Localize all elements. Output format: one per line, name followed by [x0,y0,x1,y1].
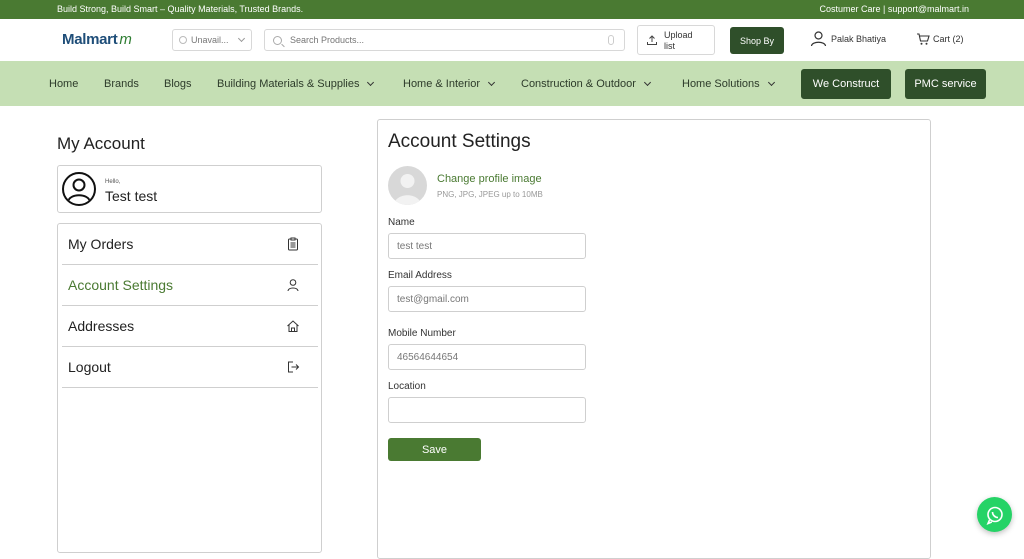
my-account-heading: My Account [57,134,145,153]
greeting: Hello, [105,179,121,185]
main-nav: Home Brands Blogs Building Materials & S… [0,61,1024,106]
logo-mark: m [119,31,132,48]
nav-label: Brands [104,78,139,90]
nav-label: Construction & Outdoor [521,78,636,90]
nav-label: Building Materials & Supplies [217,78,360,90]
microphone-icon[interactable] [608,35,614,45]
search-input[interactable] [290,35,590,45]
cart-link[interactable]: Cart (2) [916,32,964,46]
nav-blogs[interactable]: Blogs [164,78,192,90]
chevron-down-icon [237,34,246,43]
menu-item-label: Logout [68,359,111,375]
nav-label: Home [49,78,79,90]
shop-by-button[interactable]: Shop By [730,27,784,54]
logo[interactable]: Malmart m [62,31,132,48]
menu-item-logout[interactable]: Logout [62,347,318,388]
cart-label: Cart (2) [933,34,964,44]
location-select-label: Unavail... [191,35,229,45]
upload-list-label: Upload list [664,30,693,51]
mobile-label: Mobile Number [388,328,456,339]
nav-home-solutions[interactable]: Home Solutions [682,78,775,90]
nav-home-interior[interactable]: Home & Interior [403,78,496,90]
menu-item-label: My Orders [68,236,134,252]
whatsapp-button[interactable] [977,497,1012,532]
email-field[interactable] [388,286,586,312]
avatar [62,172,96,206]
nav-construction-outdoor[interactable]: Construction & Outdoor [521,78,651,90]
account-menu: My Orders Account Settings Addresses Log… [57,223,322,553]
top-strip: Build Strong, Build Smart – Quality Mate… [0,0,1024,19]
user-account-link[interactable]: Palak Bhatiya [810,30,886,47]
location-select[interactable]: Unavail... [172,29,252,51]
logo-text: Malmart [62,31,118,48]
save-button[interactable]: Save [388,438,481,461]
menu-item-account-settings[interactable]: Account Settings [62,265,318,306]
account-settings-panel: Account Settings Change profile image PN… [377,119,931,559]
header: Malmartm Unavail... Upload list Shop By … [0,19,1024,61]
search-icon [273,35,282,45]
page-title: Account Settings [388,131,531,152]
whatsapp-icon [986,506,1003,525]
clipboard-icon [288,237,298,251]
name-field[interactable] [388,233,586,259]
user-icon [287,279,299,292]
nav-brands[interactable]: Brands [104,78,139,90]
menu-item-addresses[interactable]: Addresses [62,306,318,347]
logout-icon [288,361,300,373]
menu-item-my-orders[interactable]: My Orders [62,224,318,265]
name-label: Name [388,217,415,228]
we-construct-button[interactable]: We Construct [801,69,891,99]
upload-icon [647,35,657,45]
user-icon [810,31,827,47]
tagline: Build Strong, Build Smart – Quality Mate… [57,4,304,14]
cart-icon [917,33,930,45]
profile-placeholder-icon [394,174,421,205]
nav-building-materials[interactable]: Building Materials & Supplies [217,78,375,90]
location-label: Location [388,381,426,392]
mobile-field[interactable] [388,344,586,370]
pmc-service-button[interactable]: PMC service [905,69,986,99]
location-field[interactable] [388,397,586,423]
chevron-down-icon [367,78,375,87]
search-bar [264,29,625,51]
home-icon [287,320,299,332]
upload-list-button[interactable]: Upload list [637,25,715,55]
profile-name: Test test [105,188,158,204]
nav-label: Home & Interior [403,78,481,90]
user-name: Palak Bhatiya [831,33,887,44]
menu-item-label: Addresses [68,318,135,334]
chevron-down-icon [643,78,651,87]
profile-card: Hello, Test test [57,165,322,213]
customer-care-link[interactable]: Costumer Care | support@malmart.in [819,4,969,14]
email-label: Email Address [388,270,452,281]
nav-home[interactable]: Home [49,78,78,90]
change-profile-image-link[interactable]: Change profile image [437,173,542,185]
nav-label: Home Solutions [682,78,760,90]
location-pin-icon [179,36,187,44]
chevron-down-icon [487,78,496,87]
menu-item-label: Account Settings [68,277,174,293]
chevron-down-icon [767,78,775,87]
profile-image[interactable] [388,166,427,205]
avatar-icon [67,178,91,203]
nav-label: Blogs [164,78,192,90]
image-hint: PNG, JPG, JPEG up to 10MB [437,190,543,199]
